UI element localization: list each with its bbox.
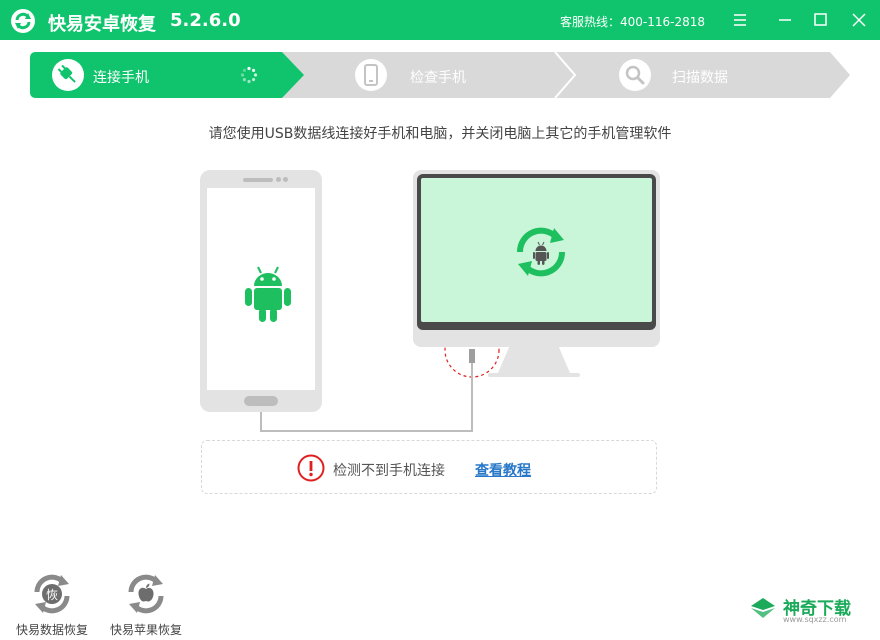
plug-icon [57,64,76,83]
close-icon [852,13,866,27]
phone-camera [276,177,281,182]
maximize-button[interactable] [810,10,830,30]
title-bar: 快易安卓恢复 5.2.6.0 客服热线：400-116-2818 [0,0,880,40]
apple-recovery-icon [128,574,164,614]
watermark-url: www.sqxzz.com [783,615,847,624]
view-tutorial-link[interactable]: 查看教程 [475,460,531,480]
app-logo-icon [11,9,35,33]
monitor-bezel [417,174,656,330]
menu-icon [734,14,746,26]
watermark-logo-icon [751,598,775,618]
app-title: 快易安卓恢复 [48,14,156,35]
phone-icon [364,64,378,86]
data-recovery-icon: 恢 [34,574,70,614]
phone-illustration [200,170,322,412]
close-button[interactable] [849,10,869,30]
data-recovery-label: 快易数据恢复 [15,623,88,637]
service-hotline: 客服热线：400-116-2818 [560,15,706,29]
loading-spinner-icon [240,66,258,84]
android-sync-icon [516,227,566,277]
minimize-icon [779,19,791,21]
connection-instruction: 请您使用USB数据线连接好手机和电脑，并关闭电脑上其它的手机管理软件 [208,126,672,142]
connection-status-box: 检测不到手机连接 查看教程 [201,440,657,494]
phone-speaker [243,178,273,182]
connection-status-message: 检测不到手机连接 [333,463,445,479]
maximize-icon [814,13,827,26]
step-scan-label: 扫描数据 [672,70,728,86]
phone-screen [207,188,315,390]
android-icon [245,266,291,322]
phone-sensor [283,177,288,182]
site-watermark: 神奇下载 www.sqxzz.com [745,590,870,630]
apple-recovery-label: 快易苹果恢复 [109,623,182,637]
step-connect-label: 连接手机 [93,70,149,86]
monitor-screen [421,178,652,322]
menu-button[interactable] [730,10,750,30]
warning-icon [297,454,325,482]
step-scan-icon-wrap [619,59,651,91]
step-check-label: 检查手机 [410,70,466,86]
usb-plug [469,349,475,363]
computer-illustration [413,170,660,347]
apple-recovery-tool[interactable]: 快易苹果恢复 [106,574,186,638]
monitor-stand [488,345,580,377]
step-connect-icon-wrap [52,59,84,91]
step-check-icon-wrap [355,59,387,91]
phone-home-button [244,396,278,406]
minimize-button[interactable] [775,10,795,30]
magnifier-icon [625,65,645,85]
progress-stepper: 连接手机 检查手机 扫描数据 [30,52,850,98]
recovery-glyph: 恢 [46,588,58,602]
data-recovery-tool[interactable]: 恢 快易数据恢复 [12,574,92,638]
app-version: 5.2.6.0 [170,10,241,31]
